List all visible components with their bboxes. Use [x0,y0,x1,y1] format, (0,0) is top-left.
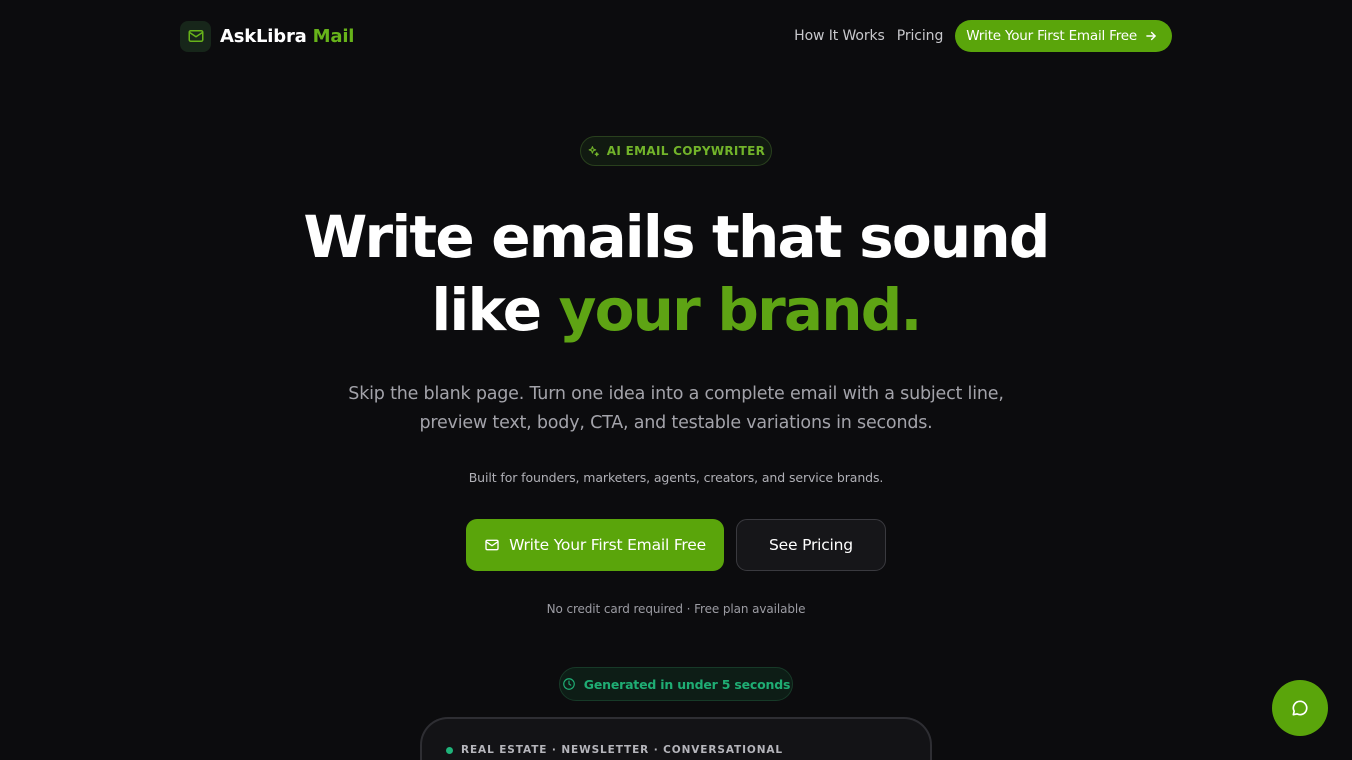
primary-cta-button[interactable]: Write Your First Email Free [466,519,724,571]
headline-plain: like [431,276,559,344]
top-nav: How It Works Pricing Write Your First Em… [794,20,1172,52]
arrow-right-icon [1146,31,1156,41]
hero-badge: AI EMAIL COPYWRITER [580,136,772,166]
speed-badge-label: Generated in under 5 seconds [583,676,791,692]
clock-icon [562,678,575,690]
sparkles-icon [588,145,599,156]
hero-headline-line2: like your brand. [0,273,1352,347]
mail-icon [485,539,499,551]
nav-how-it-works[interactable]: How It Works [794,28,885,44]
primary-cta-label: Write Your First Email Free [509,536,706,554]
hero-audience: Built for founders, marketers, agents, c… [468,470,884,485]
nav-cta-label: Write Your First Email Free [966,28,1137,44]
preview-tag-label: REAL ESTATE · NEWSLETTER · CONVERSATIONA… [461,744,784,756]
site-header: AskLibra Mail How It Works Pricing Write… [180,20,1172,52]
brand-logo[interactable]: AskLibra Mail [180,20,354,52]
see-pricing-button[interactable]: See Pricing [736,519,886,571]
speed-badge: Generated in under 5 seconds [559,667,793,701]
brand-badge [180,20,211,52]
hero-subtitle-line1: Skip the blank page. Turn one idea into … [348,384,1004,404]
hero-badge-label: AI EMAIL COPYWRITER [606,144,766,158]
hero-fine-print: No credit card required · Free plan avai… [546,602,806,616]
email-preview-card: REAL ESTATE · NEWSLETTER · CONVERSATIONA… [420,717,932,760]
hero-subtitle-line2: preview text, body, CTA, and testable va… [419,413,933,433]
brand-name: AskLibra Mail [220,26,354,47]
hero-headline-line1: Write emails that sound [303,203,1050,271]
chat-bubble-icon [1292,700,1308,716]
nav-cta-button[interactable]: Write Your First Email Free [955,20,1172,52]
preview-tag: REAL ESTATE · NEWSLETTER · CONVERSATIONA… [446,744,783,756]
headline-accent: your brand. [558,276,923,344]
mail-icon [188,30,203,42]
status-dot [446,746,453,754]
chat-button[interactable] [1272,680,1328,736]
nav-pricing[interactable]: Pricing [897,28,944,44]
brand-name-accent: Mail [312,25,355,47]
brand-name-main: AskLibra [220,25,307,47]
